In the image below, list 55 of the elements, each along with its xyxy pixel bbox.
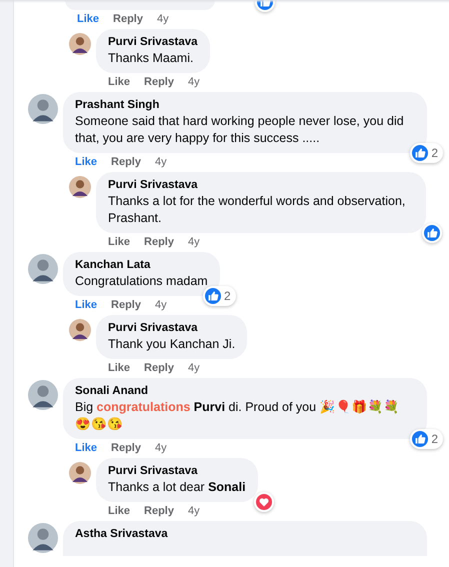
commenter-name[interactable]: Purvi Srivastava [108,34,198,50]
like-link[interactable]: Like [75,298,98,310]
timestamp[interactable]: 4y [154,156,167,168]
avatar[interactable] [28,380,58,410]
reply-link[interactable]: Reply [144,362,174,374]
like-link[interactable]: Like [75,156,98,168]
timestamp[interactable]: 4y [154,442,167,454]
reaction-badge[interactable] [422,223,442,243]
reply-link[interactable]: Reply [144,236,174,248]
commenter-name[interactable]: Purvi Srivastava [108,463,246,479]
commenter-name[interactable]: Kanchan Lata [75,257,208,273]
reply-link[interactable]: Reply [113,12,143,24]
timestamp[interactable]: 4y [188,76,200,88]
timestamp[interactable]: 4y [154,298,167,310]
reply-link[interactable]: Reply [111,298,141,310]
like-link[interactable]: Like [108,76,130,88]
comment-text: Thank you Kanchan Ji. [108,336,236,353]
timestamp[interactable]: 4y [188,504,200,516]
like-link[interactable]: Like [108,362,130,374]
commenter-name[interactable]: Purvi Srivastava [108,320,236,336]
thumbs-up-icon [205,288,222,304]
comment-text: Thanks Maami. [108,50,194,67]
avatar[interactable] [28,523,58,553]
reaction-badge[interactable]: 2 [410,429,443,449]
reply-link[interactable]: Reply [144,504,174,516]
timestamp[interactable]: 4y [188,362,200,374]
avatar[interactable] [28,254,58,284]
like-link[interactable]: Like [75,442,98,454]
like-link[interactable]: Like [108,236,130,248]
comment-text: Big congratulations Purvi di. Proud of you 🎉🎈🎁💐💐😍😘😘 [75,399,401,433]
commenter-name[interactable]: Astha Srivastava [75,526,415,542]
reply-link[interactable]: Reply [144,76,174,88]
reaction-badge[interactable]: 2 [203,286,236,306]
timestamp[interactable]: 4y [156,12,169,24]
commenter-name[interactable]: Prashant Singh [75,97,415,113]
avatar[interactable] [69,319,91,341]
commenter-name[interactable]: Purvi Srivastava [108,177,414,193]
commenter-name[interactable]: Sonali Anand [75,383,415,399]
avatar[interactable] [28,94,58,124]
like-link[interactable]: Like [108,504,130,516]
avatar[interactable] [69,176,91,198]
timestamp[interactable]: 4y [188,236,200,248]
thumbs-up-icon [412,145,428,161]
like-link[interactable]: Like [77,12,100,24]
comment-text: Thanks a lot dear Sonali [108,479,246,496]
reaction-badge[interactable] [254,492,274,512]
reaction-badge[interactable]: 2 [410,143,443,163]
reply-link[interactable]: Reply [111,156,141,168]
comment-text: Thanks a lot for the wonderful words and observation, Prashant. [108,193,406,227]
comment-text: Someone said that hard working people never lose, you did that, you are very happy for this success ..... [75,113,405,147]
thumbs-up-icon [412,431,428,447]
avatar[interactable] [69,462,91,484]
reply-link[interactable]: Reply [111,442,141,454]
thumbs-up-icon [424,225,440,241]
avatar[interactable] [69,33,91,55]
